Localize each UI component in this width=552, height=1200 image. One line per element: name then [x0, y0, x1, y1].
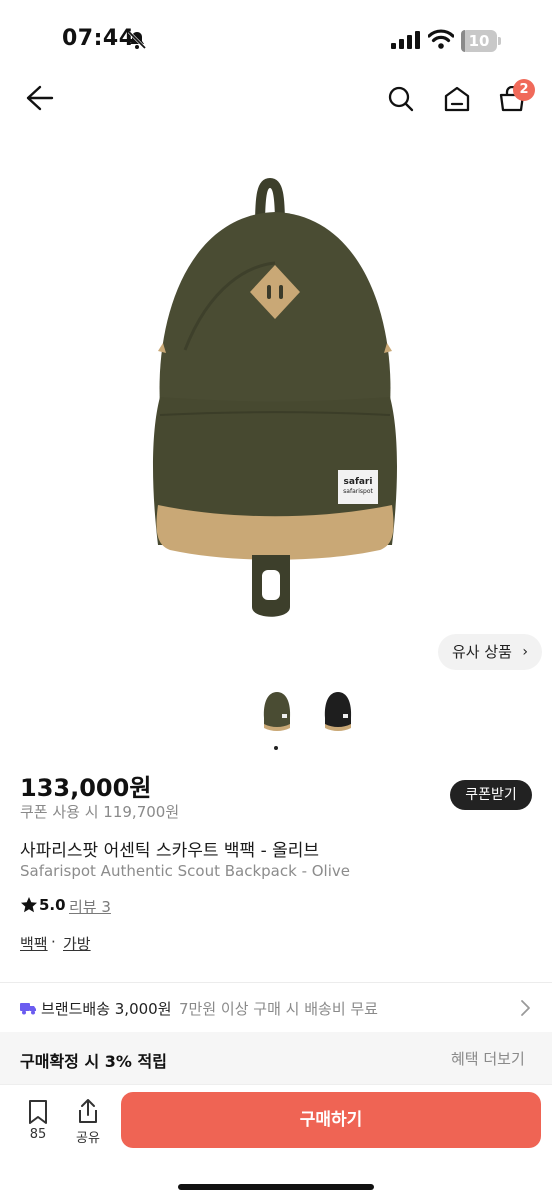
search-icon[interactable] — [387, 85, 415, 113]
free-shipping-note: 7만원 이상 구매 시 배송비 무료 — [179, 1000, 378, 1018]
chevron-right-icon — [521, 1000, 530, 1016]
shipping-row[interactable]: 브랜드배송 3,000원 7만원 이상 구매 시 배송비 무료 — [0, 985, 552, 1031]
bookmark-count: 85 — [29, 1127, 47, 1142]
product-title: 사파리스팟 어센틱 스카우트 백팩 - 올리브 — [20, 841, 320, 861]
image-page-indicator — [274, 746, 278, 750]
get-coupon-button[interactable]: 쿠폰받기 — [450, 780, 532, 810]
battery-level: 10 — [468, 32, 490, 50]
product-label-brand: safari — [344, 477, 373, 487]
share-icon[interactable] — [76, 1097, 100, 1125]
product-label-sub: safarispot — [343, 488, 373, 495]
thumbnail-olive[interactable] — [260, 688, 294, 736]
category-link-backpack[interactable]: 백팩 — [20, 933, 48, 954]
star-icon — [21, 897, 37, 913]
reward-points: 구매확정 시 3% 적립 — [20, 1052, 167, 1071]
similar-products-label: 유사 상품 — [452, 643, 512, 661]
coupon-price: 쿠폰 사용 시 119,700원 — [20, 803, 180, 821]
reward-row: 구매확정 시 3% 적립 혜택 더보기 — [0, 1032, 552, 1084]
truck-icon — [20, 1003, 36, 1015]
category-link-bag[interactable]: 가방 — [63, 933, 91, 954]
share-label: 공유 — [76, 1131, 100, 1146]
cart-badge: 2 — [513, 79, 535, 101]
more-benefits-link[interactable]: 혜택 더보기 — [451, 1048, 525, 1069]
rating-value: 5.0 — [39, 896, 66, 914]
buy-button[interactable]: 구매하기 — [121, 1092, 541, 1148]
product-title-english: Safarispot Authentic Scout Backpack - Ol… — [20, 862, 350, 880]
thumbnail-black[interactable] — [321, 688, 355, 736]
similar-products-button[interactable]: 유사 상품 › — [438, 634, 542, 670]
product-price: 133,000원 — [20, 774, 152, 802]
home-indicator — [178, 1184, 374, 1190]
back-arrow-icon[interactable] — [26, 85, 54, 111]
bell-off-icon — [127, 30, 147, 50]
category-separator: · — [51, 933, 56, 951]
product-image[interactable]: safari safarispot — [130, 175, 420, 630]
bookmark-icon[interactable] — [27, 1099, 49, 1125]
home-icon[interactable] — [443, 85, 471, 113]
battery-tip — [498, 37, 501, 45]
status-bar: 07:44 10 — [0, 0, 552, 60]
wifi-icon — [428, 29, 454, 49]
signal-icon — [391, 31, 420, 49]
divider — [0, 982, 552, 983]
review-link[interactable]: 리뷰 3 — [69, 896, 111, 917]
chevron-right-icon: › — [522, 644, 528, 660]
shipping-fee: 브랜드배송 3,000원 — [41, 1000, 172, 1018]
status-time: 07:44 — [62, 26, 135, 51]
battery-icon: 10 — [461, 30, 497, 52]
